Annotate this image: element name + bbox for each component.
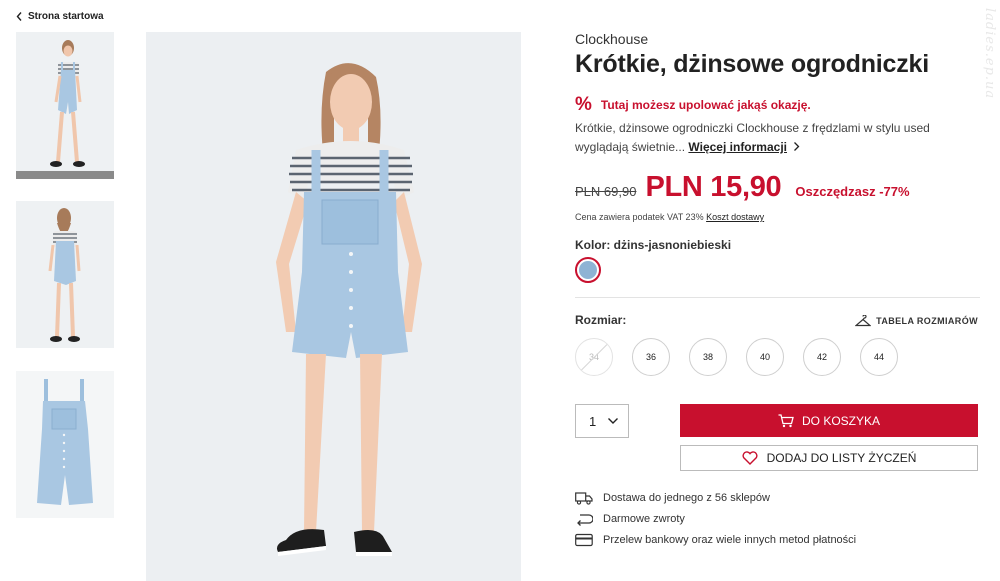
benefit-delivery: Dostawa do jednego z 56 sklepów — [575, 487, 856, 508]
return-arrow-icon — [577, 513, 593, 526]
back-label: Strona startowa — [28, 11, 104, 22]
size-option-44[interactable]: 44 — [860, 338, 898, 376]
product-title: Krótkie, dżinsowe ogrodniczki — [575, 50, 929, 78]
thumbnail-back[interactable] — [16, 201, 114, 348]
thumbnail-front[interactable] — [16, 32, 114, 179]
percent-icon: % — [575, 94, 592, 115]
size-value: 44 — [873, 352, 884, 362]
size-chart-link[interactable]: TABELA ROZMIARÓW — [855, 315, 978, 327]
old-price: PLN 69,90 — [575, 184, 637, 199]
credit-card-icon — [575, 533, 593, 546]
back-link[interactable]: Strona startowa — [16, 11, 104, 22]
main-product-image[interactable] — [146, 32, 521, 581]
quantity-value: 1 — [589, 413, 597, 429]
watermark: ladies.ep.ua — [982, 8, 997, 100]
brand-name[interactable]: Clockhouse — [575, 31, 648, 47]
chevron-right-icon — [794, 142, 800, 151]
shipping-cost-link[interactable]: Koszt dostawy — [706, 212, 764, 222]
benefit-returns: Darmowe zwroty — [575, 508, 856, 529]
cart-icon — [778, 413, 794, 427]
size-value: 40 — [759, 352, 770, 362]
size-option-42[interactable]: 42 — [803, 338, 841, 376]
size-option-38[interactable]: 38 — [689, 338, 727, 376]
size-option-34: 34 — [575, 338, 613, 376]
overalls-product-image — [16, 371, 114, 518]
color-swatch[interactable] — [575, 257, 601, 283]
add-to-cart-button[interactable]: DO KOSZYKA — [680, 404, 978, 437]
savings-badge: Oszczędzasz -77% — [795, 184, 910, 199]
size-label: Rozmiar: — [575, 313, 627, 327]
benefit-payment: Przelew bankowy oraz wiele innych metod … — [575, 529, 856, 550]
wishlist-label: DODAJ DO LISTY ŻYCZEŃ — [766, 451, 917, 465]
heart-icon — [742, 451, 758, 465]
color-label: Kolor: dżins-jasnoniebieski — [575, 238, 732, 252]
benefits-list: Dostawa do jednego z 56 sklepów Darmowe … — [575, 487, 856, 550]
add-to-wishlist-button[interactable]: DODAJ DO LISTY ŻYCZEŃ — [680, 445, 978, 471]
cart-label: DO KOSZYKA — [801, 413, 881, 428]
thumbnail-product[interactable] — [16, 371, 114, 518]
benefit-text: Darmowe zwroty — [603, 512, 685, 525]
swatch-fill — [579, 261, 597, 279]
current-price: PLN 15,90 — [645, 171, 782, 203]
size-value: 36 — [645, 352, 656, 362]
deal-banner: % Tutaj możesz upolować jakąś okazję. — [575, 95, 811, 114]
more-info-link[interactable]: Więcej informacji — [688, 140, 787, 154]
quantity-select[interactable]: 1 — [575, 404, 629, 438]
size-option-40[interactable]: 40 — [746, 338, 784, 376]
hanger-icon — [855, 315, 872, 327]
price-block: PLN 69,90 PLN 15,90 Oszczędzasz -77% — [575, 171, 910, 204]
benefit-text: Dostawa do jednego z 56 sklepów — [603, 491, 770, 504]
model-back-image — [16, 201, 114, 348]
size-option-36[interactable]: 36 — [632, 338, 670, 376]
vat-text: Cena zawiera podatek VAT 23% — [575, 212, 704, 222]
chevron-left-icon — [16, 12, 22, 21]
size-value: 42 — [816, 352, 827, 362]
truck-icon — [575, 491, 593, 505]
benefit-text: Przelew bankowy oraz wiele innych metod … — [603, 533, 857, 546]
vat-note: Cena zawiera podatek VAT 23% Koszt dosta… — [575, 212, 764, 222]
size-value: 38 — [702, 352, 713, 362]
divider — [575, 297, 980, 298]
product-description: Krótkie, dżinsowe ogrodniczki Clockhouse… — [575, 119, 945, 157]
model-front-image — [16, 32, 114, 171]
chevron-down-icon — [608, 418, 618, 424]
size-value: 34 — [588, 352, 599, 362]
deal-text: Tutaj możesz upolować jakąś okazję. — [600, 97, 811, 112]
size-chart-label: TABELA ROZMIARÓW — [876, 316, 978, 326]
size-options: 34 36 38 40 42 44 — [575, 338, 898, 376]
